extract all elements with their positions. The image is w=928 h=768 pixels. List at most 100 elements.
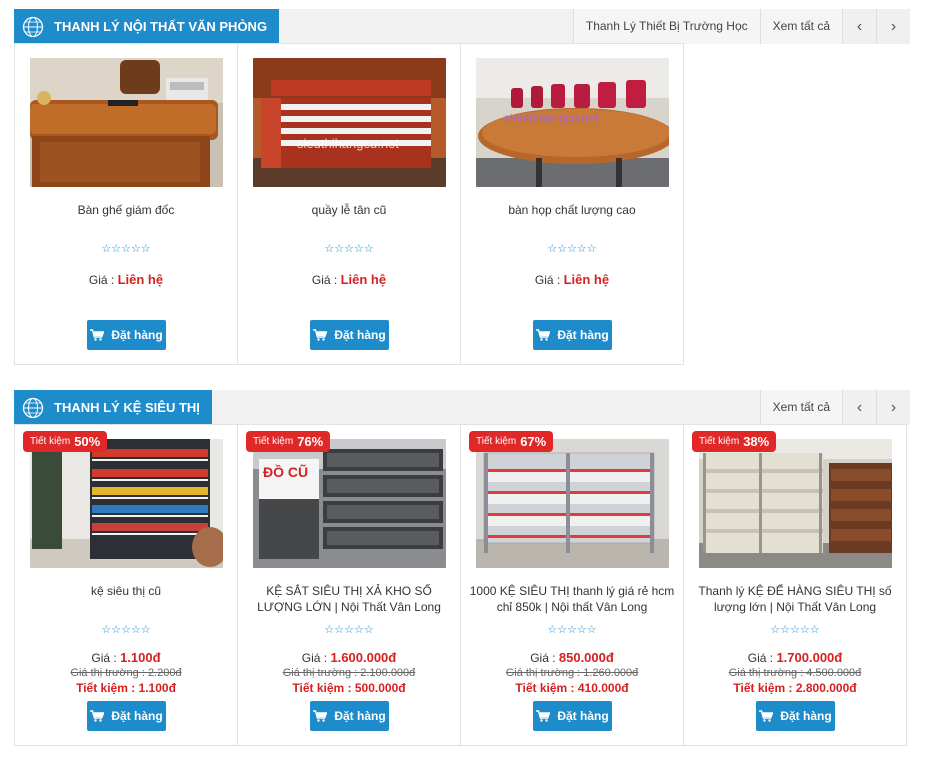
- product-image[interactable]: [30, 58, 223, 187]
- cart-icon: [536, 710, 551, 722]
- market-price: Giá thị trường : 2.200đ: [70, 667, 182, 679]
- product-card: sieuthihangcu.net bàn họp chất lượng cao…: [460, 43, 684, 365]
- product-name[interactable]: KỆ SẮT SIÊU THỊ XẢ KHO SỐ LƯỢNG LỚN | Nộ…: [246, 583, 452, 615]
- badge-label: Tiết kiệm: [253, 436, 294, 447]
- chevron-right-icon: ›: [890, 398, 897, 416]
- price-box: Giá : 850.000đ Giá thị trường : 1.260.00…: [461, 650, 683, 696]
- savings: Tiết kiệm : 1.100đ: [76, 681, 176, 695]
- badge-percent: 76%: [297, 434, 324, 449]
- order-button[interactable]: Đặt hàng: [87, 320, 166, 350]
- product-image[interactable]: sieuthihangcu.net: [476, 58, 669, 187]
- rating-stars: ☆☆☆☆☆: [547, 243, 597, 255]
- savings: Tiết kiệm : 410.000đ: [515, 681, 629, 695]
- section-title[interactable]: THANH LÝ NỘI THẤT VĂN PHÒNG: [14, 9, 280, 44]
- globe-icon: [22, 397, 44, 418]
- view-all-link[interactable]: Xem tất cả: [759, 390, 842, 425]
- next-button[interactable]: ›: [876, 390, 910, 425]
- savings: Tiết kiệm : 2.800.000đ: [733, 681, 857, 695]
- product-name[interactable]: quầy lễ tân cũ: [246, 202, 452, 218]
- supermarket-shelf-section: THANH LÝ KỆ SIÊU THỊ Xem tất cả ‹ › Tiết…: [14, 390, 910, 746]
- price-value: Liên hệ: [117, 272, 164, 287]
- product-name[interactable]: kệ siêu thị cũ: [23, 583, 229, 599]
- price-value: 850.000đ: [558, 650, 614, 665]
- product-image[interactable]: [30, 439, 223, 568]
- prev-button[interactable]: ‹: [842, 9, 876, 44]
- badge-percent: 38%: [743, 434, 770, 449]
- cart-icon: [536, 329, 551, 341]
- product-name[interactable]: Thanh lý KỆ ĐỂ HÀNG SIÊU THỊ số lượng lớ…: [692, 583, 898, 615]
- chevron-left-icon: ‹: [856, 17, 863, 35]
- link-school-equipment[interactable]: Thanh Lý Thiết Bị Trường Học: [572, 9, 760, 44]
- section-title-text: THANH LÝ KỆ SIÊU THỊ: [54, 400, 200, 415]
- price-label: Giá :: [88, 273, 118, 287]
- market-price: Giá thị trường : 4.500.000đ: [728, 667, 862, 679]
- savings: Tiết kiệm : 500.000đ: [292, 681, 406, 695]
- section-links: Xem tất cả ‹ ›: [759, 390, 910, 425]
- order-label: Đặt hàng: [111, 709, 163, 723]
- chevron-right-icon: ›: [890, 17, 897, 35]
- section-title[interactable]: THANH LÝ KỆ SIÊU THỊ: [14, 390, 212, 425]
- product-image[interactable]: sieuthihangcu.net: [253, 58, 446, 187]
- rating-stars: ☆☆☆☆☆: [547, 624, 597, 636]
- market-price: Giá thị trường : 2.100.000đ: [282, 667, 416, 679]
- price-box: Giá : Liên hệ: [238, 272, 460, 288]
- price-label: Giá :: [91, 651, 121, 665]
- rating-stars: ☆☆☆☆☆: [324, 243, 374, 255]
- order-label: Đặt hàng: [557, 328, 609, 342]
- badge-label: Tiết kiệm: [699, 436, 740, 447]
- cart-icon: [759, 710, 774, 722]
- badge-label: Tiết kiệm: [30, 436, 71, 447]
- product-image[interactable]: ĐỒ CŨ: [253, 439, 446, 568]
- product-image[interactable]: [476, 439, 669, 568]
- product-card: Tiết kiệm 67% 1000 KỆ SIÊU THỊ thanh lý g…: [460, 424, 684, 746]
- product-image[interactable]: [699, 439, 892, 568]
- price-label: Giá :: [311, 273, 341, 287]
- section-header: THANH LÝ KỆ SIÊU THỊ Xem tất cả ‹ ›: [14, 390, 910, 425]
- globe-icon: [22, 16, 44, 37]
- price-label: Giá :: [530, 651, 559, 665]
- rating-stars: ☆☆☆☆☆: [101, 624, 151, 636]
- image-watermark: sieuthihangcu.net: [297, 136, 399, 151]
- office-furniture-section: THANH LÝ NỘI THẤT VĂN PHÒNG Thanh Lý Thi…: [14, 9, 910, 365]
- price-box: Giá : 1.600.000đ Giá thị trường : 2.100.…: [238, 650, 460, 696]
- product-grid: Bàn ghế giám đốc ☆☆☆☆☆ Giá : Liên hệ Đặt…: [14, 43, 910, 365]
- order-label: Đặt hàng: [780, 709, 832, 723]
- badge-percent: 67%: [520, 434, 547, 449]
- price-value: 1.700.000đ: [776, 650, 843, 665]
- image-watermark: sieuthihangcu.net: [504, 111, 599, 125]
- price-label: Giá :: [534, 273, 564, 287]
- section-header: THANH LÝ NỘI THẤT VĂN PHÒNG Thanh Lý Thi…: [14, 9, 910, 44]
- price-value: Liên hệ: [340, 272, 387, 287]
- order-button[interactable]: Đặt hàng: [533, 320, 612, 350]
- product-name[interactable]: Bàn ghế giám đốc: [23, 202, 229, 218]
- product-name[interactable]: 1000 KỆ SIÊU THỊ thanh lý giá rẻ hcm chỉ…: [469, 583, 675, 615]
- product-card: Bàn ghế giám đốc ☆☆☆☆☆ Giá : Liên hệ Đặt…: [14, 43, 238, 365]
- price-value: 1.600.000đ: [330, 650, 397, 665]
- discount-badge: Tiết kiệm 38%: [692, 431, 777, 452]
- order-label: Đặt hàng: [557, 709, 609, 723]
- price-value: 1.100đ: [120, 650, 161, 665]
- order-button[interactable]: Đặt hàng: [87, 701, 166, 731]
- badge-percent: 50%: [74, 434, 101, 449]
- price-value: Liên hệ: [563, 272, 610, 287]
- product-card: sieuthihangcu.net quầy lễ tân cũ ☆☆☆☆☆ G…: [237, 43, 461, 365]
- prev-button[interactable]: ‹: [842, 390, 876, 425]
- order-button[interactable]: Đặt hàng: [310, 320, 389, 350]
- order-button[interactable]: Đặt hàng: [310, 701, 389, 731]
- cart-icon: [313, 710, 328, 722]
- discount-badge: Tiết kiệm 50%: [23, 431, 108, 452]
- order-button[interactable]: Đặt hàng: [533, 701, 612, 731]
- cart-icon: [90, 710, 105, 722]
- market-price: Giá thị trường : 1.260.000đ: [505, 667, 639, 679]
- next-button[interactable]: ›: [876, 9, 910, 44]
- price-box: Giá : Liên hệ: [461, 272, 683, 288]
- section-links: Thanh Lý Thiết Bị Trường Học Xem tất cả …: [572, 9, 910, 44]
- order-label: Đặt hàng: [334, 328, 386, 342]
- badge-label: Tiết kiệm: [476, 436, 517, 447]
- discount-badge: Tiết kiệm 67%: [469, 431, 554, 452]
- section-title-text: THANH LÝ NỘI THẤT VĂN PHÒNG: [54, 19, 268, 34]
- product-name[interactable]: bàn họp chất lượng cao: [469, 202, 675, 218]
- order-button[interactable]: Đặt hàng: [756, 701, 835, 731]
- view-all-link[interactable]: Xem tất cả: [759, 9, 842, 44]
- product-card: Tiết kiệm 50% kệ siêu thị cũ ☆☆☆☆☆ Giá:…: [14, 424, 238, 746]
